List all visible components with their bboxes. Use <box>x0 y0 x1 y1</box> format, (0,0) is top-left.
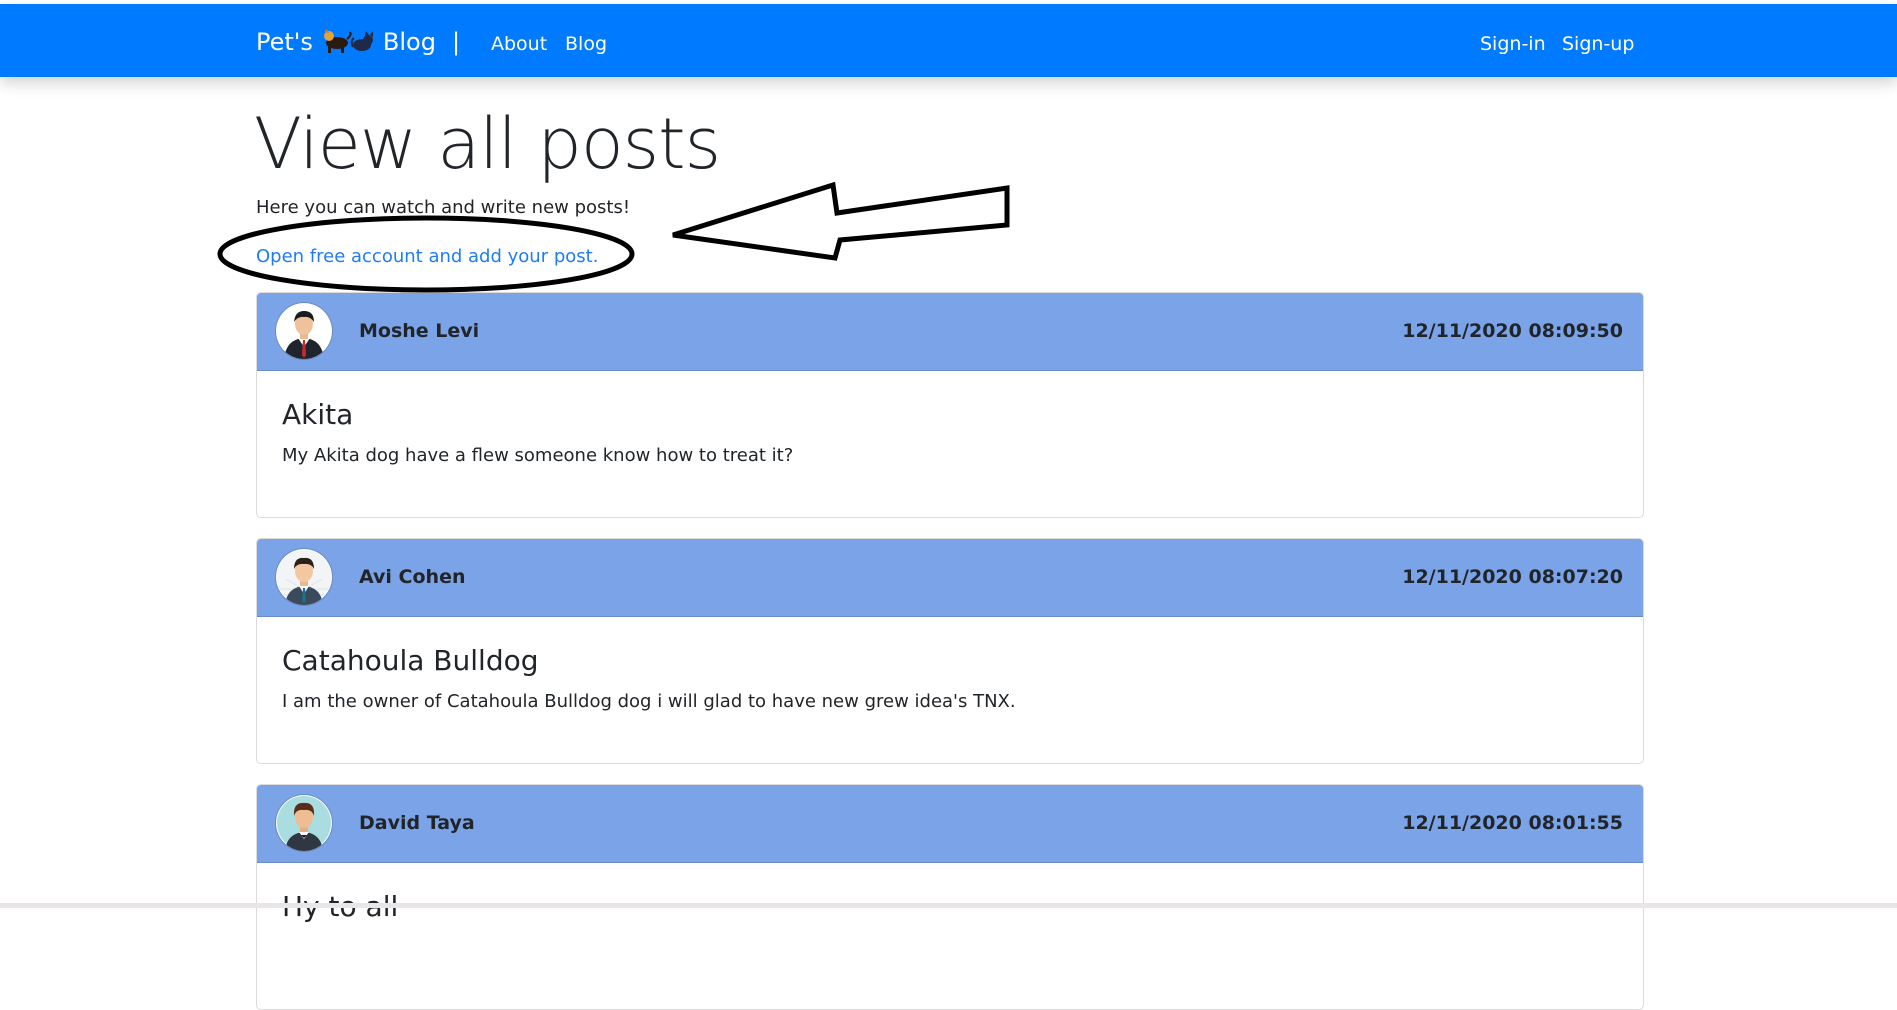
post-card: David Taya 12/11/2020 08:01:55 Hy to all <box>256 784 1644 1010</box>
sign-in-link[interactable]: Sign-in <box>1480 32 1546 56</box>
post-timestamp: 12/11/2020 08:09:50 <box>1402 320 1623 342</box>
nav-blog-link[interactable]: Blog <box>565 32 607 56</box>
post-text: I am the owner of Catahoula Bulldog dog … <box>282 691 1016 712</box>
pointer-arrow <box>672 181 1010 261</box>
post-card: Moshe Levi 12/11/2020 08:09:50 Akita My … <box>256 292 1644 518</box>
post-card-body: Catahoula Bulldog I am the owner of Cata… <box>257 617 1643 763</box>
brand-prefix: Pet's <box>256 28 313 56</box>
post-card-body: Hy to all <box>257 863 1643 1009</box>
post-timestamp: 12/11/2020 08:07:20 <box>1402 566 1623 588</box>
man-avatar-icon <box>276 549 332 605</box>
post-title: Akita <box>282 398 354 431</box>
brand-suffix: Blog <box>382 28 436 56</box>
brand-link[interactable]: Pet's Blog | <box>256 26 460 58</box>
page-title: View all posts <box>254 103 721 185</box>
post-author: David Taya <box>359 812 475 834</box>
post-card: Avi Cohen 12/11/2020 08:07:20 Catahoula … <box>256 538 1644 764</box>
man-avatar-icon <box>276 795 332 851</box>
dog-and-cat-icon <box>321 29 375 55</box>
post-card-header: Moshe Levi 12/11/2020 08:09:50 <box>257 293 1643 371</box>
brand-separator: | <box>451 28 461 56</box>
businessman-avatar-icon <box>276 303 332 359</box>
post-timestamp: 12/11/2020 08:01:55 <box>1402 812 1623 834</box>
screen-bottom-edge <box>0 903 1897 908</box>
post-author: Avi Cohen <box>359 566 466 588</box>
page-lead-text: Here you can watch and write new posts! <box>256 197 631 218</box>
post-card-body: Akita My Akita dog have a flew someone k… <box>257 371 1643 517</box>
post-card-header: David Taya 12/11/2020 08:01:55 <box>257 785 1643 863</box>
sign-up-link[interactable]: Sign-up <box>1562 32 1634 56</box>
top-navbar: Pet's Blog | About Blog Sign-in Sign-up <box>0 4 1897 77</box>
post-title: Catahoula Bulldog <box>282 644 539 677</box>
nav-about-link[interactable]: About <box>491 32 547 56</box>
post-text: My Akita dog have a flew someone know ho… <box>282 445 794 466</box>
post-author: Moshe Levi <box>359 320 480 342</box>
open-account-link[interactable]: Open free account and add your post. <box>256 245 598 269</box>
post-card-header: Avi Cohen 12/11/2020 08:07:20 <box>257 539 1643 617</box>
